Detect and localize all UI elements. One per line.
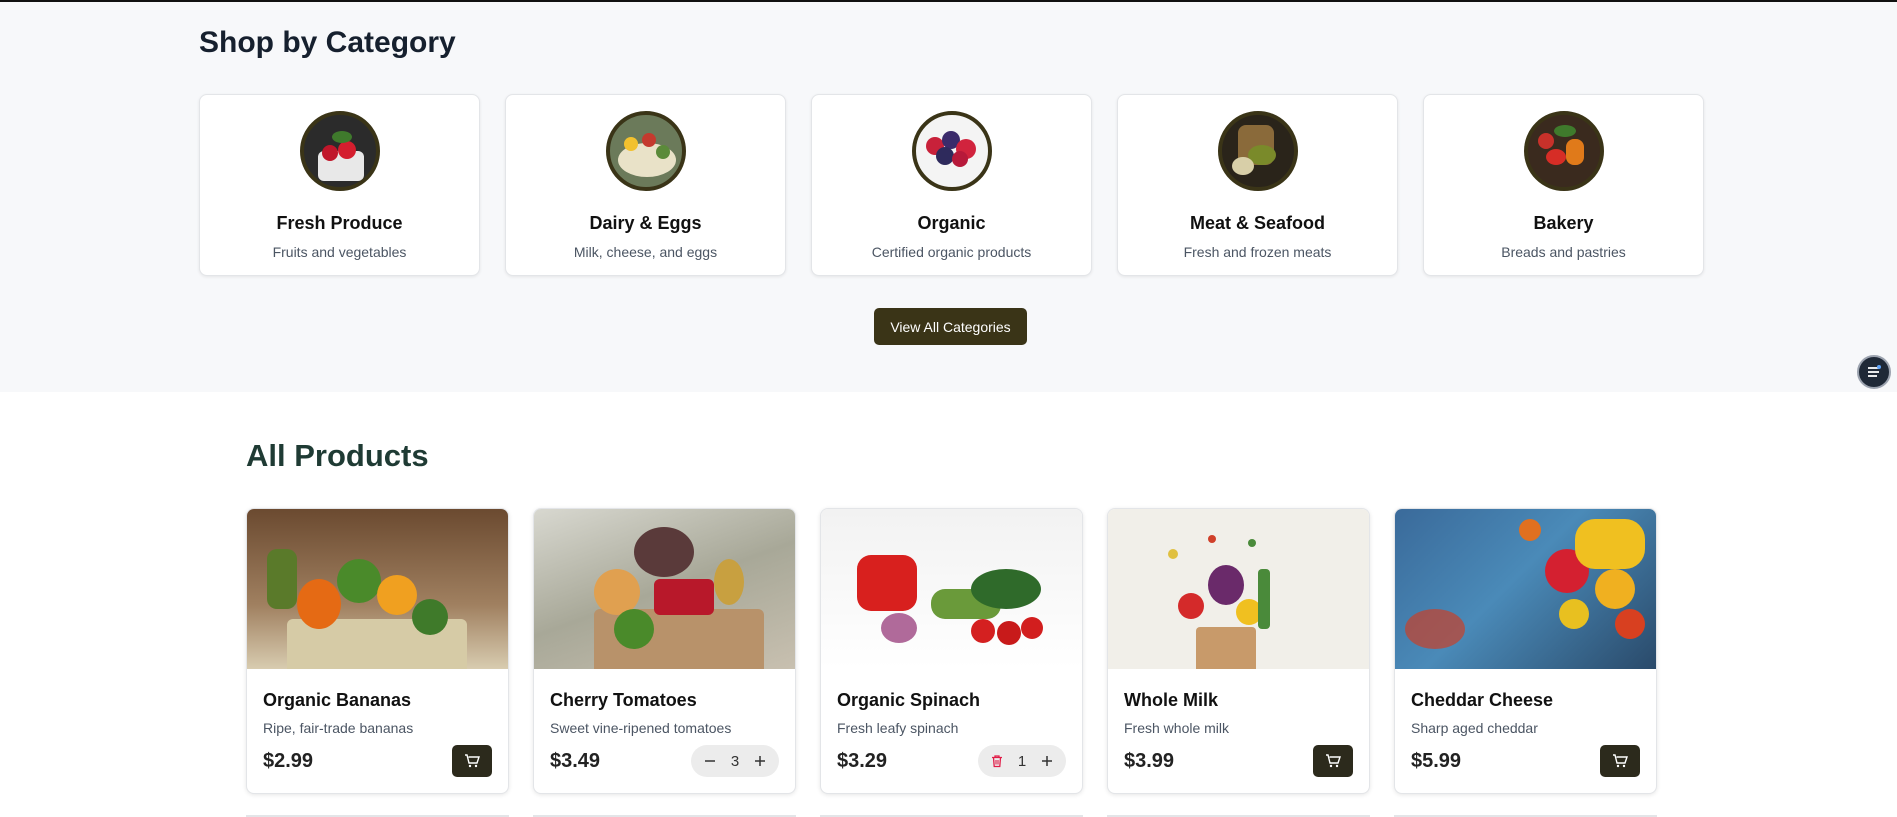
category-description: Certified organic products bbox=[871, 244, 1032, 260]
floating-menu-button[interactable] bbox=[1857, 355, 1891, 389]
increment-button[interactable] bbox=[1038, 752, 1056, 770]
all-products-title: All Products bbox=[246, 438, 429, 473]
trash-icon bbox=[992, 755, 1002, 768]
product-price: $3.29 bbox=[837, 750, 888, 772]
category-grid: Fresh Produce Fruits and vegetables Dair… bbox=[199, 94, 1704, 276]
view-all-categories-button[interactable]: View All Categories bbox=[874, 308, 1027, 345]
category-card-fresh-produce[interactable]: Fresh Produce Fruits and vegetables bbox=[199, 94, 480, 276]
category-description: Breads and pastries bbox=[1501, 244, 1626, 260]
product-card-whole-milk[interactable]: Whole Milk Fresh whole milk $3.99 bbox=[1107, 508, 1370, 794]
product-price: $5.99 bbox=[1411, 750, 1462, 772]
quantity-stepper: 3 bbox=[691, 745, 779, 777]
product-image bbox=[534, 509, 795, 669]
category-card-organic[interactable]: Organic Certified organic products bbox=[811, 94, 1092, 276]
category-description: Fruits and vegetables bbox=[272, 244, 407, 260]
decrement-button[interactable] bbox=[701, 752, 719, 770]
category-name: Fresh Produce bbox=[276, 213, 403, 233]
shop-by-category-section: Shop by Category Fresh Produce Fruits an… bbox=[0, 2, 1897, 392]
product-price: $3.49 bbox=[550, 750, 601, 772]
category-image-dairy-eggs bbox=[605, 111, 686, 191]
category-image-meat-seafood bbox=[1217, 111, 1298, 191]
product-image bbox=[821, 509, 1082, 669]
product-card-cherry-tomatoes[interactable]: Cherry Tomatoes Sweet vine-ripened tomat… bbox=[533, 508, 796, 794]
menu-list-icon bbox=[1868, 365, 1881, 377]
add-to-cart-button[interactable] bbox=[1600, 745, 1640, 777]
category-section-title: Shop by Category bbox=[199, 26, 456, 59]
category-card-dairy-eggs[interactable]: Dairy & Eggs Milk, cheese, and eggs bbox=[505, 94, 786, 276]
remove-from-cart-button[interactable] bbox=[988, 752, 1006, 770]
category-description: Milk, cheese, and eggs bbox=[573, 244, 718, 260]
product-description: Fresh leafy spinach bbox=[837, 720, 959, 736]
product-name: Organic Spinach bbox=[837, 690, 981, 710]
product-name: Organic Bananas bbox=[263, 690, 412, 710]
product-name: Cheddar Cheese bbox=[1411, 690, 1554, 710]
product-price: $2.99 bbox=[263, 750, 314, 772]
product-card-cheddar-cheese[interactable]: Cheddar Cheese Sharp aged cheddar $5.99 bbox=[1394, 508, 1657, 794]
shopping-cart-icon bbox=[1326, 754, 1341, 768]
minus-icon bbox=[705, 760, 715, 762]
product-image bbox=[1108, 509, 1369, 669]
category-description: Fresh and frozen meats bbox=[1183, 244, 1332, 260]
product-description: Sweet vine-ripened tomatoes bbox=[550, 720, 732, 736]
product-description: Ripe, fair-trade bananas bbox=[263, 720, 414, 736]
category-card-meat-seafood[interactable]: Meat & Seafood Fresh and frozen meats bbox=[1117, 94, 1398, 276]
plus-icon bbox=[1042, 756, 1052, 766]
category-name: Bakery bbox=[1533, 213, 1594, 233]
product-price: $3.99 bbox=[1124, 750, 1175, 772]
category-image-organic bbox=[911, 111, 992, 191]
add-to-cart-button[interactable] bbox=[452, 745, 492, 777]
product-name: Whole Milk bbox=[1124, 690, 1218, 710]
product-grid: Organic Bananas Ripe, fair-trade bananas… bbox=[246, 508, 1657, 794]
increment-button[interactable] bbox=[751, 752, 769, 770]
add-to-cart-button[interactable] bbox=[1313, 745, 1353, 777]
category-card-bakery[interactable]: Bakery Breads and pastries bbox=[1423, 94, 1704, 276]
product-card-organic-spinach[interactable]: Organic Spinach Fresh leafy spinach $3.2… bbox=[820, 508, 1083, 794]
product-image bbox=[1395, 509, 1656, 669]
quantity-stepper: 1 bbox=[978, 745, 1066, 777]
quantity-value: 3 bbox=[730, 752, 740, 770]
product-card-organic-bananas[interactable]: Organic Bananas Ripe, fair-trade bananas… bbox=[246, 508, 509, 794]
category-name: Meat & Seafood bbox=[1189, 213, 1326, 233]
category-name: Organic bbox=[917, 213, 986, 233]
product-description: Sharp aged cheddar bbox=[1411, 720, 1538, 736]
shopping-cart-icon bbox=[465, 754, 480, 768]
product-description: Fresh whole milk bbox=[1124, 720, 1230, 736]
category-name: Dairy & Eggs bbox=[589, 213, 702, 233]
quantity-value: 1 bbox=[1017, 752, 1027, 770]
shopping-cart-icon bbox=[1613, 754, 1628, 768]
category-image-bakery bbox=[1523, 111, 1604, 191]
category-image-fresh-produce bbox=[299, 111, 380, 191]
product-name: Cherry Tomatoes bbox=[550, 690, 697, 710]
product-image bbox=[247, 509, 508, 669]
plus-icon bbox=[755, 756, 765, 766]
